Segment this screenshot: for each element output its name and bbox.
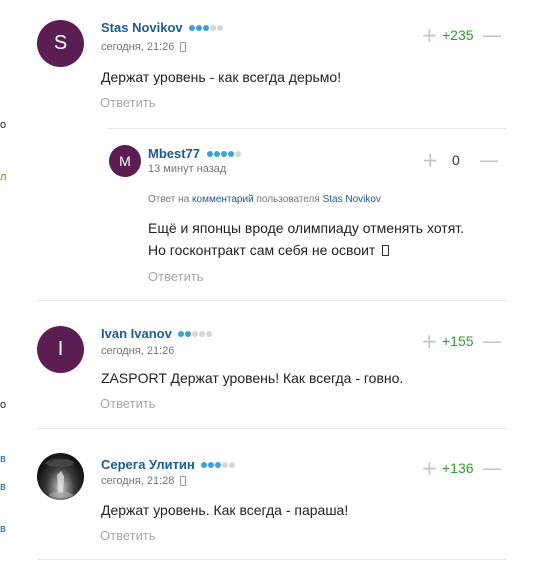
rank-dot-filled xyxy=(215,462,222,468)
rank-dot-filled xyxy=(201,462,208,468)
reply-to-comment-link[interactable]: комментарий xyxy=(192,194,254,205)
author-row: Серега Улитин xyxy=(101,456,236,472)
minus-icon[interactable]: — xyxy=(482,458,502,478)
phone-icon xyxy=(180,476,187,486)
comment-time: сегодня, 21:26 xyxy=(101,345,175,357)
rank-dot-filled xyxy=(220,151,227,157)
emoji-placeholder-icon xyxy=(382,245,390,256)
rank-dots xyxy=(189,19,224,34)
rank-dot-empty xyxy=(222,462,229,468)
rating-value: +235 xyxy=(442,27,474,43)
rank-dot-filled xyxy=(178,331,185,337)
reply-to-middle: пользователя xyxy=(256,194,320,205)
minus-icon[interactable]: — xyxy=(482,331,502,351)
minus-icon[interactable]: — xyxy=(479,150,499,170)
comment-text: Ещё и японцы вроде олимпиаду отменять хо… xyxy=(148,217,464,261)
avatar[interactable]: S xyxy=(37,20,84,67)
edge-fragment: в xyxy=(0,453,6,465)
rank-dot-empty xyxy=(210,25,217,31)
rating-value: 0 xyxy=(452,152,460,168)
reply-button[interactable]: Ответить xyxy=(100,95,156,110)
rank-dots xyxy=(201,456,236,471)
comment-text: ZASPORT Держат уровень! Как всегда - гов… xyxy=(101,370,404,386)
rank-dot-empty xyxy=(206,331,213,337)
comment-meta: сегодня, 21:28 xyxy=(101,475,187,487)
edge-fragment: о xyxy=(0,399,7,411)
rating-value: +136 xyxy=(442,460,474,476)
reply-button[interactable]: Ответить xyxy=(148,269,204,284)
author-name[interactable]: Ivan Ivanov xyxy=(101,326,172,341)
comment-text-line: Ещё и японцы вроде олимпиаду отменять хо… xyxy=(148,220,465,236)
author-row: Stas Novikov xyxy=(101,19,224,35)
comment-time: сегодня, 21:26 xyxy=(101,41,175,53)
plus-icon[interactable]: + xyxy=(422,150,439,170)
author-name[interactable]: Серега Улитин xyxy=(101,457,195,472)
avatar[interactable]: M xyxy=(109,145,141,177)
reply-button[interactable]: Ответить xyxy=(100,396,156,411)
comment-text-line: Но госконтракт сам себя не освоит xyxy=(148,239,464,261)
avatar[interactable]: I xyxy=(37,326,84,373)
author-name[interactable]: Mbest77 xyxy=(148,146,200,161)
author-row: Ivan Ivanov xyxy=(101,325,213,341)
rank-dot-empty xyxy=(199,331,206,337)
author-name[interactable]: Stas Novikov xyxy=(101,20,183,35)
reply-button[interactable]: Ответить xyxy=(100,528,156,543)
rank-dot-filled xyxy=(208,462,215,468)
plus-icon[interactable]: + xyxy=(421,25,438,45)
rank-dot-filled xyxy=(185,331,192,337)
edge-fragment: в xyxy=(0,523,6,535)
author-row: Mbest77 xyxy=(148,145,242,161)
edge-fragment: л xyxy=(0,171,7,183)
reply-to-line: Ответ на комментарий пользователя Stas N… xyxy=(148,194,381,205)
comment-text: Держат уровень. Как всегда - параша! xyxy=(101,502,349,518)
plus-icon[interactable]: + xyxy=(421,331,438,351)
comment-meta: сегодня, 21:26 xyxy=(101,41,187,53)
rank-dot-filled xyxy=(189,25,196,31)
rank-dot-empty xyxy=(229,462,236,468)
rank-dot-empty xyxy=(234,151,241,157)
divider xyxy=(37,428,507,429)
rank-dot-filled xyxy=(196,25,203,31)
rank-dot-filled xyxy=(213,151,220,157)
comment-text: Держат уровень - как всегда дерьмо! xyxy=(101,69,342,85)
reply-to-prefix: Ответ на xyxy=(148,194,190,205)
rank-dot-empty xyxy=(217,25,224,31)
rating-value: +155 xyxy=(442,333,474,349)
rank-dots xyxy=(206,145,242,160)
rank-dot-filled xyxy=(203,25,210,31)
edge-fragment: в xyxy=(0,481,6,493)
rank-dot-filled xyxy=(227,151,234,157)
comment-time: 13 минут назад xyxy=(148,163,227,175)
rank-dot-filled xyxy=(206,151,213,157)
phone-icon xyxy=(180,42,187,52)
comment-text-fragment: Но госконтракт сам себя не освоит xyxy=(148,242,380,258)
edge-fragment: о xyxy=(0,119,7,131)
avatar[interactable] xyxy=(37,453,84,500)
reply-to-user-link[interactable]: Stas Novikov xyxy=(323,194,381,205)
divider xyxy=(37,559,507,560)
divider xyxy=(107,128,507,129)
plus-icon[interactable]: + xyxy=(421,458,438,478)
divider xyxy=(37,300,507,301)
rank-dots xyxy=(178,325,213,340)
avatar-photo xyxy=(46,459,74,498)
minus-icon[interactable]: — xyxy=(482,25,502,45)
rank-dot-empty xyxy=(192,331,199,337)
comment-time: сегодня, 21:28 xyxy=(101,475,175,487)
